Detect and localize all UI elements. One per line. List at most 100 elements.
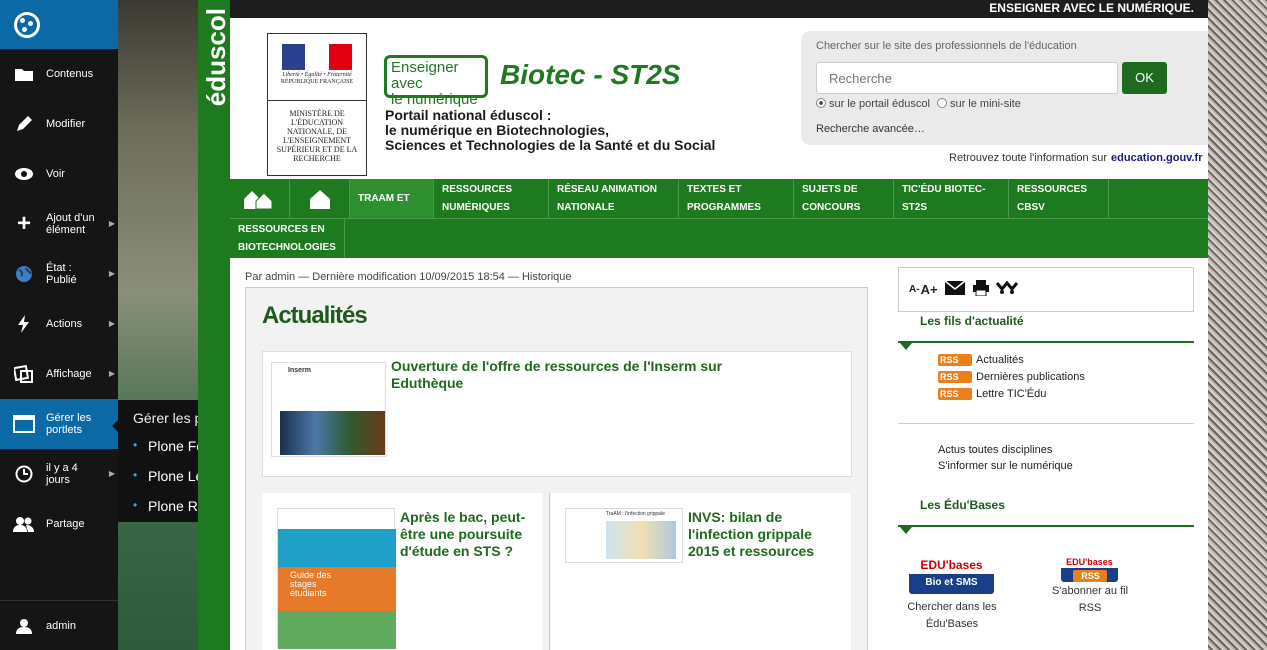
edubase-title: EDU'bases	[1061, 548, 1118, 568]
news-title[interactable]: INVS: bilan de l'infection grippale 2015…	[688, 509, 828, 560]
rss-item[interactable]: RSS Dernières publications	[938, 371, 1085, 383]
site-name[interactable]: Biotec - ST2S	[500, 59, 680, 91]
country-name: RÉPUBLIQUE FRANÇAISE	[280, 79, 354, 85]
rss-icon: RSS	[1072, 570, 1107, 582]
logo-text: Enseigner avec	[391, 59, 459, 92]
edubases-search-link[interactable]: Chercher dans les Édu'Bases	[897, 599, 1007, 633]
toolbar-item-ajout[interactable]: + Ajout d'un élément ▶	[0, 199, 118, 249]
toolbar-label: Partage	[46, 518, 85, 530]
edubases-rss-link[interactable]: S'abonner au fil RSS	[1048, 583, 1132, 617]
nav-home[interactable]	[290, 179, 350, 218]
news-title[interactable]: Ouverture de l'offre de ressources de l'…	[391, 358, 791, 392]
toolbar-item-actions[interactable]: Actions ▶	[0, 299, 118, 349]
bolt-icon	[13, 313, 35, 335]
portail-description: Portail national éduscol : le numérique …	[385, 108, 715, 153]
thumb-caption: Inserm	[288, 367, 311, 374]
toolbar-item-modifier[interactable]: Modifier	[0, 99, 118, 149]
edubase-title: EDU'bases	[909, 544, 994, 574]
caret-right-icon: ▶	[108, 219, 115, 228]
toolbar-item-portlets[interactable]: Gérer les portlets	[0, 399, 118, 449]
search-input[interactable]	[816, 62, 1118, 94]
education-gouv-link[interactable]: education.gouv.fr	[1111, 152, 1202, 164]
nav-item-traam[interactable]: TRAAM ET B2I	[350, 179, 434, 239]
news-item[interactable]: Guide des stages étudiants Après le bac,…	[262, 493, 542, 650]
homes-icon	[243, 190, 272, 209]
caret-right-icon: ▶	[108, 319, 115, 328]
news-title[interactable]: Après le bac, peut-être une poursuite d'…	[400, 509, 535, 560]
news-thumbnail[interactable]: TraAM : l'infection grippale	[565, 508, 683, 563]
toolbar-item-voir[interactable]: Voir	[0, 149, 118, 199]
portail-line: Sciences et Technologies de la Santé et …	[385, 137, 716, 153]
section-rule	[898, 341, 1194, 350]
retrouvez: Retrouvez toute l'information sur educati…	[949, 152, 1202, 164]
nav-item-ressources-cbsv[interactable]: RESSOURCES CBSV	[1009, 179, 1109, 218]
radio-label: sur le portail éduscol	[829, 98, 930, 110]
toolbar-label: Modifier	[46, 118, 86, 130]
nav-item-reseau-animation[interactable]: RÉSEAU ANIMATION NATIONALE	[549, 179, 679, 218]
font-larger-button[interactable]: A+	[921, 282, 938, 297]
rss-label: Actualités	[976, 354, 1024, 366]
search-label: Chercher sur le site des professionnels …	[816, 40, 1077, 52]
nav-item-sujets-concours[interactable]: SUJETS DE CONCOURS	[794, 179, 894, 218]
display-icon	[13, 363, 35, 385]
nav-item-ticedu[interactable]: TIC'ÉDU BIOTEC-ST2S	[894, 179, 1009, 218]
toolbar-label: Affichage	[46, 368, 92, 380]
eduscol-logo-text: éduscol	[201, 8, 231, 107]
nav-item-textes-programmes[interactable]: TEXTES ET PROGRAMMES	[679, 179, 794, 218]
retrouvez-text: Retrouvez toute l'information sur	[949, 152, 1108, 164]
top-banner: ENSEIGNER AVEC LE NUMÉRIQUE.	[230, 0, 1208, 18]
toolbar-item-affichage[interactable]: Affichage ▶	[0, 349, 118, 399]
edubases-bio-sms-logo[interactable]: EDU'bases Bio et SMS	[909, 544, 994, 594]
toolbar-label: il y a 4 jours	[46, 462, 78, 486]
background-photo	[118, 0, 198, 650]
news-item[interactable]: TraAM : l'infection grippale INVS: bilan…	[551, 493, 851, 650]
home-icon	[309, 189, 330, 209]
nav-item-ressources-numeriques[interactable]: RESSOURCES NUMÉRIQUES	[434, 179, 549, 218]
enseigner-numerique-logo[interactable]: Enseigner avec le numérique	[384, 55, 488, 108]
advanced-search-link[interactable]: Recherche avancée…	[816, 123, 925, 135]
mail-icon[interactable]	[944, 280, 966, 299]
toolbar-user[interactable]: admin	[0, 600, 118, 650]
ministry-logo[interactable]: Liberté • Égalité • Fraternité RÉPUBLIQU…	[267, 33, 367, 176]
fils-actualite-heading: Les fils d'actualité	[920, 314, 1024, 328]
search-ok-button[interactable]: OK	[1122, 62, 1167, 94]
rss-label: Lettre TIC'Édu	[976, 388, 1047, 400]
radio-portail[interactable]	[816, 98, 826, 108]
print-icon[interactable]	[972, 280, 990, 299]
sinformer-link[interactable]: S'informer sur le numérique	[938, 460, 1073, 472]
toolbar-label: Voir	[46, 168, 65, 180]
caret-right-icon: ▶	[108, 369, 115, 378]
share-icon[interactable]	[995, 280, 1020, 298]
plus-icon: +	[16, 210, 31, 237]
toolbar-label: Contenus	[46, 68, 94, 80]
rss-item[interactable]: RSS Lettre TIC'Édu	[938, 388, 1046, 400]
actus-disciplines-link[interactable]: Actus toutes disciplines	[938, 444, 1052, 456]
eduscol-bar[interactable]: éduscol	[198, 0, 231, 650]
plone-logo-icon	[14, 11, 40, 38]
toolbar-label: Gérer les portlets	[46, 412, 92, 436]
radio-minisite[interactable]	[936, 98, 947, 108]
toolbar-label: État : Publié	[46, 262, 77, 286]
edubases-heading: Les Édu'Bases	[920, 498, 1005, 512]
news-item-featured[interactable]: Inserm Ouverture de l'offre de ressource…	[262, 351, 852, 477]
rss-item[interactable]: RSS Actualités	[938, 354, 1024, 366]
toolbar-item-partage[interactable]: Partage	[0, 499, 118, 549]
font-smaller-button[interactable]: A-	[909, 284, 920, 295]
toolbar-item-etat[interactable]: État : Publié ▶	[0, 249, 118, 299]
plone-logo[interactable]	[0, 0, 118, 49]
nav-home-all[interactable]	[230, 179, 290, 218]
section-rule	[898, 525, 1194, 534]
toolbar-item-contenus[interactable]: Contenus	[0, 49, 118, 99]
thumb-caption: Guide des stages étudiants	[290, 570, 332, 598]
news-thumbnail[interactable]: Inserm	[271, 362, 386, 457]
news-thumbnail[interactable]: Guide des stages étudiants	[277, 508, 396, 649]
portail-line: le numérique en Biotechnologies,	[385, 122, 610, 138]
clock-icon	[13, 463, 35, 485]
motto: Liberté • Égalité • Fraternité	[282, 72, 352, 78]
edubases-rss-logo[interactable]: EDU'bases RSS	[1061, 548, 1118, 582]
search-box: Chercher sur le site des professionnels …	[801, 31, 1208, 145]
document-tools: A- A+	[898, 267, 1194, 312]
users-icon	[13, 513, 35, 535]
toolbar-item-history[interactable]: il y a 4 jours ▶	[0, 449, 118, 499]
nav-item-ressources-biotech[interactable]: RESSOURCES EN BIOTECHNOLOGIES	[230, 219, 345, 258]
